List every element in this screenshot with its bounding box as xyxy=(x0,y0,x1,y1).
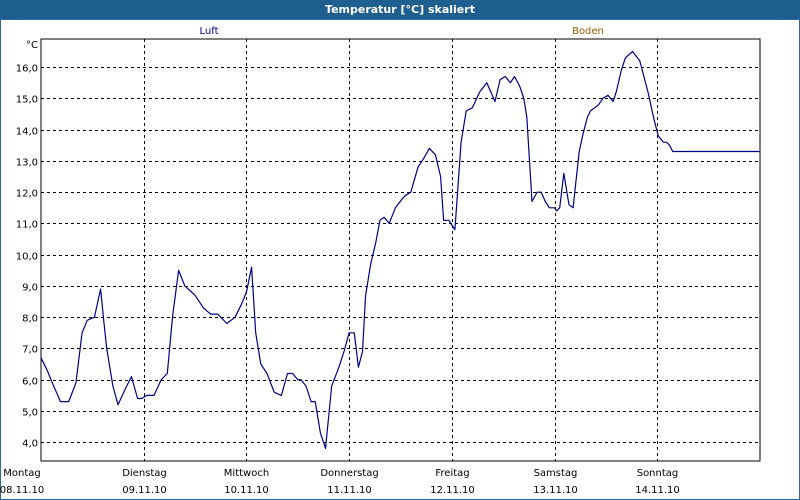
x-tick-day-label: Samstag xyxy=(534,468,578,479)
temperature-line-chart: 4,0 5,0 6,0 7,0 8,0 9,0 10,0 11,0 12,0 13,0 14,0 15… xyxy=(0,26,761,496)
y-tick-label: 13,0 xyxy=(16,158,38,169)
y-tick-label: 10,0 xyxy=(16,252,38,263)
x-tick-day-label: Donnerstag xyxy=(320,468,378,479)
y-tick-label: 16,0 xyxy=(16,64,38,75)
y-tick-label: 14,0 xyxy=(16,127,38,138)
x-tick-date-label: 08.11.10 xyxy=(0,485,44,496)
series-line-luft xyxy=(40,50,760,450)
y-tick-label: 12,0 xyxy=(16,189,38,200)
x-tick-day-label: Sonntag xyxy=(637,468,679,479)
y-tick-label: 5,0 xyxy=(22,408,38,419)
x-tick-date-label: 09.11.10 xyxy=(122,485,167,496)
y-tick-label: 8,0 xyxy=(22,314,38,325)
y-tick-label: 11,0 xyxy=(16,220,38,231)
x-tick-day-label: Freitag xyxy=(435,468,469,479)
legend-entry-luft: Luft xyxy=(200,26,219,37)
legend-entry-boden: Boden xyxy=(572,26,604,37)
x-tick-day-label: Montag xyxy=(3,468,40,479)
y-tick-label: 15,0 xyxy=(16,95,38,106)
x-tick-date-label: 13.11.10 xyxy=(533,485,578,496)
y-unit-label: °C xyxy=(26,40,38,51)
x-tick-day-label: Mittwoch xyxy=(224,468,269,479)
y-tick-label: 6,0 xyxy=(22,377,38,388)
x-tick-date-label: 12.11.10 xyxy=(430,485,475,496)
x-tick-day-label: Dienstag xyxy=(122,468,167,479)
x-tick-date-label: 14.11.10 xyxy=(635,485,680,496)
x-tick-date-label: 10.11.10 xyxy=(224,485,269,496)
y-tick-label: 7,0 xyxy=(22,345,38,356)
x-tick-date-label: 11.11.10 xyxy=(327,485,372,496)
y-tick-label: 9,0 xyxy=(22,283,38,294)
y-tick-label: 4,0 xyxy=(22,439,38,450)
plot-area-border xyxy=(40,38,761,462)
